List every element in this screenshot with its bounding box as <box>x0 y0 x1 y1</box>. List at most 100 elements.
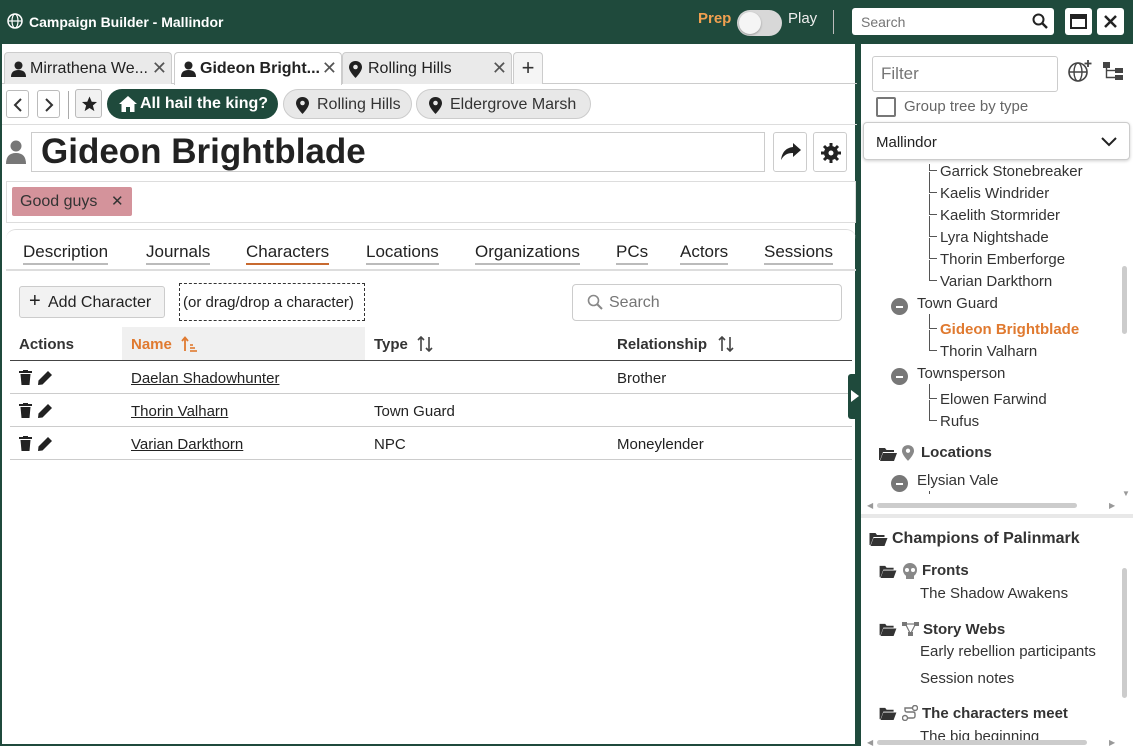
tab-sessions[interactable]: Sessions <box>764 242 833 265</box>
scrollbar-thumb[interactable] <box>1122 568 1127 698</box>
global-search-input[interactable] <box>852 8 1032 35</box>
entity-name-input[interactable] <box>32 133 764 171</box>
play-label: Play <box>788 10 818 27</box>
col-relationship[interactable]: Relationship <box>608 327 852 360</box>
collapse-bullet-icon[interactable] <box>891 368 908 385</box>
scroll-left-arrow[interactable]: ◀ <box>867 501 873 510</box>
setting-select-value: Mallindor <box>876 134 937 151</box>
tree-horizontal-scrollbar[interactable]: ◀ ▶ <box>867 501 1119 510</box>
tree-scrollbar[interactable]: ▼ <box>1122 184 1130 514</box>
tag-chip[interactable]: Good guys ✕ <box>12 187 132 216</box>
story-web-item[interactable]: Session notes <box>920 670 1014 687</box>
remove-tag-icon[interactable]: ✕ <box>111 192 124 210</box>
tree-folder[interactable]: Elysian Vale <box>917 472 998 489</box>
scrollbar-thumb[interactable] <box>877 503 1077 508</box>
character-drop-zone[interactable]: (or drag/drop a character) <box>179 283 365 321</box>
campaign-horizontal-scrollbar[interactable]: ◀ ▶ <box>867 738 1119 746</box>
character-name-link[interactable]: Thorin Valharn <box>131 403 228 420</box>
fronts-folder[interactable]: Fronts <box>922 562 969 579</box>
sort-ascending-icon <box>181 336 197 352</box>
scroll-right-arrow[interactable]: ▶ <box>1109 501 1115 510</box>
campaign-scrollbar[interactable] <box>1122 528 1128 738</box>
forward-button[interactable] <box>37 90 60 118</box>
add-character-button[interactable]: + Add Character <box>19 286 165 318</box>
back-button[interactable] <box>6 90 29 118</box>
tab-locations[interactable]: Locations <box>366 242 439 265</box>
trash-icon[interactable] <box>19 370 32 385</box>
pencil-icon[interactable] <box>38 404 53 418</box>
tree-item[interactable]: Thorin Emberforge <box>940 251 1065 268</box>
tab-gideon[interactable]: Gideon Bright... ✕ <box>174 52 342 85</box>
scroll-down-arrow[interactable]: ▼ <box>1122 489 1130 498</box>
tree-item[interactable]: Elowen Farwind <box>940 391 1047 408</box>
tab-pcs[interactable]: PCs <box>616 242 649 265</box>
tree-folder[interactable]: Townsperson <box>917 365 1005 382</box>
collapse-bullet-icon[interactable] <box>891 475 908 492</box>
story-web-item[interactable]: Early rebellion participants <box>920 643 1096 660</box>
main-panel: Mirrathena We... ✕ Gideon Bright... ✕ Ro… <box>0 44 862 746</box>
trash-icon[interactable] <box>19 436 32 451</box>
scrollbar-thumb[interactable] <box>877 740 1087 745</box>
group-by-type-checkbox[interactable] <box>876 97 896 117</box>
pencil-icon[interactable] <box>38 437 53 451</box>
front-item[interactable]: The Shadow Awakens <box>920 585 1068 602</box>
setting-select[interactable]: Mallindor <box>863 122 1130 160</box>
search-icon <box>587 294 603 310</box>
character-name-link[interactable]: Varian Darkthorn <box>131 436 243 453</box>
col-type[interactable]: Type <box>365 327 608 360</box>
maximize-button[interactable] <box>1065 8 1092 35</box>
row-actions <box>19 436 54 455</box>
share-button[interactable] <box>773 132 807 172</box>
trash-icon[interactable] <box>19 403 32 418</box>
share-arrow-icon <box>781 143 801 160</box>
tab-journals[interactable]: Journals <box>146 242 211 265</box>
arc-folder[interactable]: The characters meet <box>922 705 1068 722</box>
story-webs-folder[interactable]: Story Webs <box>923 621 1005 638</box>
tree-structure-icon[interactable] <box>1103 60 1123 80</box>
search-icon[interactable] <box>1032 13 1048 29</box>
tree-item[interactable]: Varian Darkthorn <box>940 273 1052 290</box>
tab-actors[interactable]: Actors <box>680 242 729 265</box>
row-actions <box>19 370 54 389</box>
tab-mirrathena[interactable]: Mirrathena We... ✕ <box>4 52 172 84</box>
collapse-sidebar-handle[interactable] <box>848 374 862 419</box>
tree-section-locations[interactable]: Locations <box>921 444 992 461</box>
tree-item[interactable]: Thorin Valharn <box>940 343 1037 360</box>
col-name[interactable]: Name <box>122 327 365 360</box>
tab-characters[interactable]: Characters <box>246 242 330 265</box>
prep-play-toggle[interactable] <box>737 10 782 36</box>
settings-button[interactable] <box>813 132 847 172</box>
pill-all-hail-the-king[interactable]: All hail the king? <box>107 89 278 119</box>
filter-input[interactable] <box>873 57 1057 91</box>
scroll-left-arrow[interactable]: ◀ <box>867 738 873 746</box>
campaign-title[interactable]: Champions of Palinmark <box>892 530 1080 548</box>
pill-eldergrove-marsh[interactable]: Eldergrove Marsh <box>416 89 591 119</box>
tree-item-selected[interactable]: Gideon Brightblade <box>940 321 1079 338</box>
tree-item[interactable]: Kaelis Windrider <box>940 185 1049 202</box>
tree-item[interactable]: Kaelith Stormrider <box>940 207 1060 224</box>
tree-item[interactable]: Rufus <box>940 413 979 430</box>
pill-rolling-hills[interactable]: Rolling Hills <box>283 89 412 119</box>
close-tab-icon[interactable]: ✕ <box>152 58 167 79</box>
close-window-button[interactable] <box>1097 8 1124 35</box>
scrollbar-thumb[interactable] <box>1122 266 1127 334</box>
close-tab-icon[interactable]: ✕ <box>322 58 337 79</box>
add-character-label: Add Character <box>48 294 152 311</box>
tree-folder[interactable]: Town Guard <box>917 295 998 312</box>
character-search-input[interactable] <box>609 285 834 320</box>
character-name-link[interactable]: Daelan Shadowhunter <box>131 370 279 387</box>
tree-item[interactable]: Lyra Nightshade <box>940 229 1049 246</box>
tab-rolling-hills[interactable]: Rolling Hills ✕ <box>342 52 512 84</box>
tab-organizations[interactable]: Organizations <box>475 242 580 265</box>
tab-description[interactable]: Description <box>23 242 109 265</box>
pill-label: All hail the king? <box>140 95 269 112</box>
add-tab-button[interactable]: + <box>513 52 543 84</box>
tree-item[interactable]: Garrick Stonebreaker <box>940 164 1083 180</box>
bookmark-button[interactable] <box>75 89 102 118</box>
pencil-icon[interactable] <box>38 371 53 385</box>
scroll-right-arrow[interactable]: ▶ <box>1109 738 1115 746</box>
network-icon <box>902 622 919 636</box>
close-tab-icon[interactable]: ✕ <box>492 58 507 79</box>
globe-add-icon[interactable] <box>1068 60 1092 82</box>
collapse-bullet-icon[interactable] <box>891 298 908 315</box>
